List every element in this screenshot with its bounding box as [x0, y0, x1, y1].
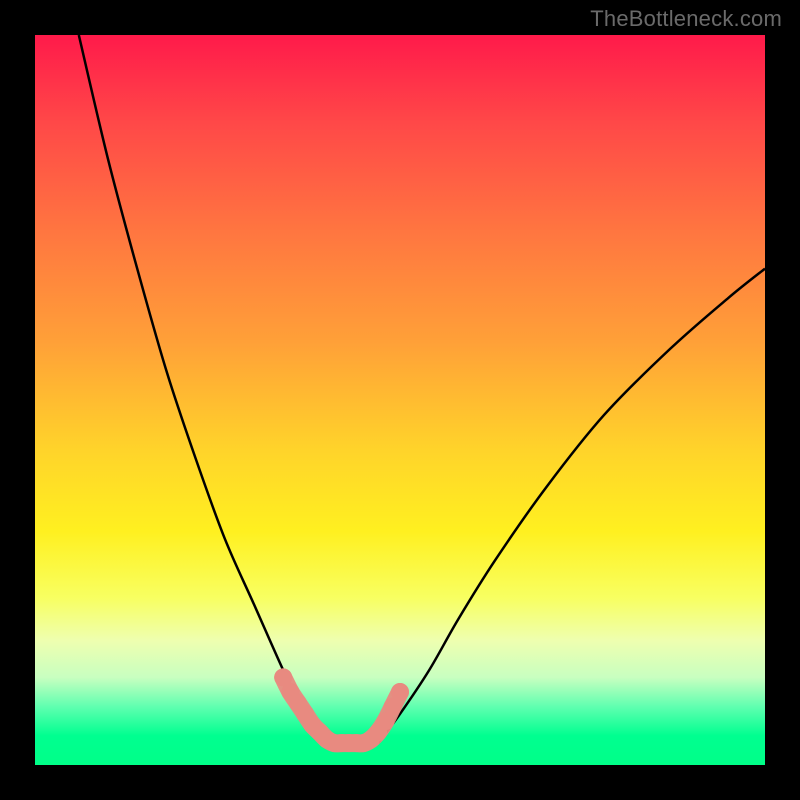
plot-area — [35, 35, 765, 765]
marker-dot — [391, 683, 409, 701]
curve-right-curve — [378, 269, 765, 743]
watermark-text: TheBottleneck.com — [590, 6, 782, 32]
curve-layer — [79, 35, 765, 743]
chart-svg — [35, 35, 765, 765]
marker-layer — [274, 668, 409, 752]
curve-left-curve — [79, 35, 327, 743]
